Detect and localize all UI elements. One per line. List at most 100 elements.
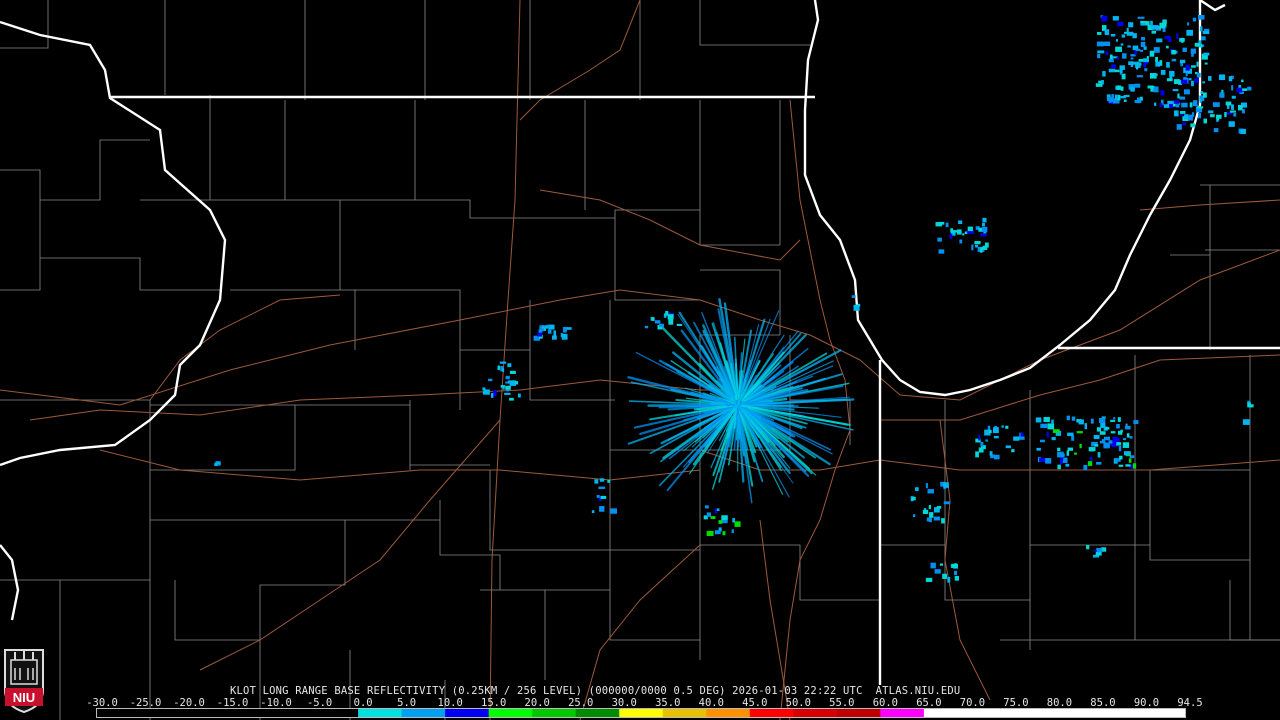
- echo-cell: [1113, 417, 1116, 420]
- echo-cell: [1143, 46, 1147, 50]
- echo-cell: [1198, 112, 1202, 119]
- echo-cell: [1102, 71, 1106, 77]
- echo-cell: [1127, 45, 1131, 48]
- echo-cell: [1096, 32, 1102, 35]
- echo-cell: [1116, 442, 1122, 446]
- echo-cell: [951, 230, 958, 233]
- echo-cell: [718, 520, 723, 524]
- echo-cell: [936, 506, 942, 509]
- echo-cell: [1169, 70, 1175, 77]
- echo-cell: [1145, 21, 1150, 26]
- echo-cell: [1107, 96, 1112, 102]
- echo-cell: [591, 510, 595, 514]
- echo-cell: [509, 370, 516, 374]
- colorbar-segment: [1097, 709, 1142, 717]
- colorbar-segment: [1054, 709, 1099, 717]
- echo-cell: [1078, 419, 1084, 425]
- echo-cell: [507, 380, 515, 384]
- echo-cell: [1229, 110, 1236, 113]
- echo-cell: [1098, 80, 1102, 84]
- echo-cell: [1143, 62, 1147, 68]
- echo-cell: [731, 529, 734, 533]
- echo-cell: [676, 323, 683, 327]
- echo-cell: [1110, 431, 1116, 434]
- echo-cell: [1159, 103, 1163, 108]
- echo-cell: [1172, 103, 1176, 107]
- colorbar-segment: [575, 709, 620, 717]
- echo-cell: [548, 324, 555, 330]
- echo-cell: [488, 378, 493, 382]
- niu-logo-icon: NIU: [4, 649, 44, 714]
- echo-cell: [1105, 427, 1110, 430]
- highways: [0, 0, 1280, 720]
- echo-cell: [1159, 22, 1165, 29]
- echo-cell: [1079, 443, 1082, 449]
- echo-cell: [1166, 78, 1173, 82]
- echo-cell: [1136, 75, 1143, 78]
- echo-cell: [913, 514, 916, 518]
- echo-cell: [1020, 432, 1024, 438]
- echo-cell: [1132, 463, 1137, 469]
- colorbar-segment: [401, 709, 446, 717]
- echo-cell: [1213, 128, 1219, 133]
- echo-cell: [1071, 435, 1075, 441]
- echo-cell: [1155, 73, 1158, 76]
- echo-cell: [1210, 114, 1215, 118]
- echo-cell: [610, 508, 617, 514]
- echo-cell: [1097, 452, 1101, 458]
- echo-cell: [975, 451, 979, 458]
- echo-cell: [1142, 58, 1150, 63]
- echo-cell: [1231, 85, 1234, 91]
- echo-cell: [654, 320, 661, 324]
- echo-cell: [982, 217, 987, 223]
- colorbar-segment: [923, 709, 968, 717]
- echo-cell: [1200, 91, 1204, 94]
- echo-cell: [1173, 79, 1180, 85]
- echo-cell: [1045, 458, 1052, 464]
- echo-cell: [962, 233, 965, 236]
- echo-cell: [981, 226, 988, 232]
- echo-cell: [1190, 123, 1196, 128]
- echo-cell: [1118, 445, 1122, 452]
- echo-cell: [1176, 124, 1182, 130]
- echo-cell: [1147, 85, 1154, 89]
- echo-cell: [1116, 424, 1120, 429]
- echo-cell: [1083, 464, 1088, 471]
- echo-cell: [1160, 90, 1165, 96]
- echo-cell: [1096, 548, 1103, 553]
- colorbar-segment: [358, 709, 403, 717]
- echo-cell: [1095, 83, 1103, 87]
- echo-cell: [705, 505, 709, 509]
- echo-cell: [1119, 65, 1125, 70]
- echo-cell: [851, 295, 856, 298]
- echo-cell: [989, 451, 993, 456]
- echo-cell: [939, 563, 944, 566]
- echo-cell: [509, 397, 514, 401]
- echo-cell: [1231, 95, 1236, 99]
- echo-cell: [1001, 425, 1004, 428]
- echo-cell: [1228, 121, 1235, 127]
- echo-cell: [716, 508, 720, 512]
- echo-cell: [1130, 87, 1135, 92]
- echo-cell: [922, 509, 929, 515]
- echo-cell: [1117, 94, 1121, 101]
- echo-cell: [1150, 20, 1153, 25]
- colorbar-segment: [1141, 709, 1185, 717]
- colorbar-segment: [227, 709, 272, 717]
- echo-cell: [982, 446, 986, 449]
- echo-cell: [980, 233, 987, 237]
- echo-cell: [954, 570, 958, 576]
- echo-cell: [959, 239, 963, 244]
- echo-cell: [935, 222, 943, 227]
- echo-cell: [1111, 64, 1116, 69]
- echo-cell: [1151, 30, 1157, 34]
- echo-cell: [483, 389, 490, 395]
- echo-cell: [714, 530, 721, 535]
- echo-cell: [1135, 48, 1141, 52]
- echo-cell: [1065, 463, 1070, 467]
- echo-cell: [1137, 16, 1145, 19]
- echo-cell: [1149, 50, 1155, 57]
- echo-cell: [1043, 417, 1050, 423]
- echo-cell: [1144, 68, 1148, 72]
- county-borders: [0, 0, 1280, 720]
